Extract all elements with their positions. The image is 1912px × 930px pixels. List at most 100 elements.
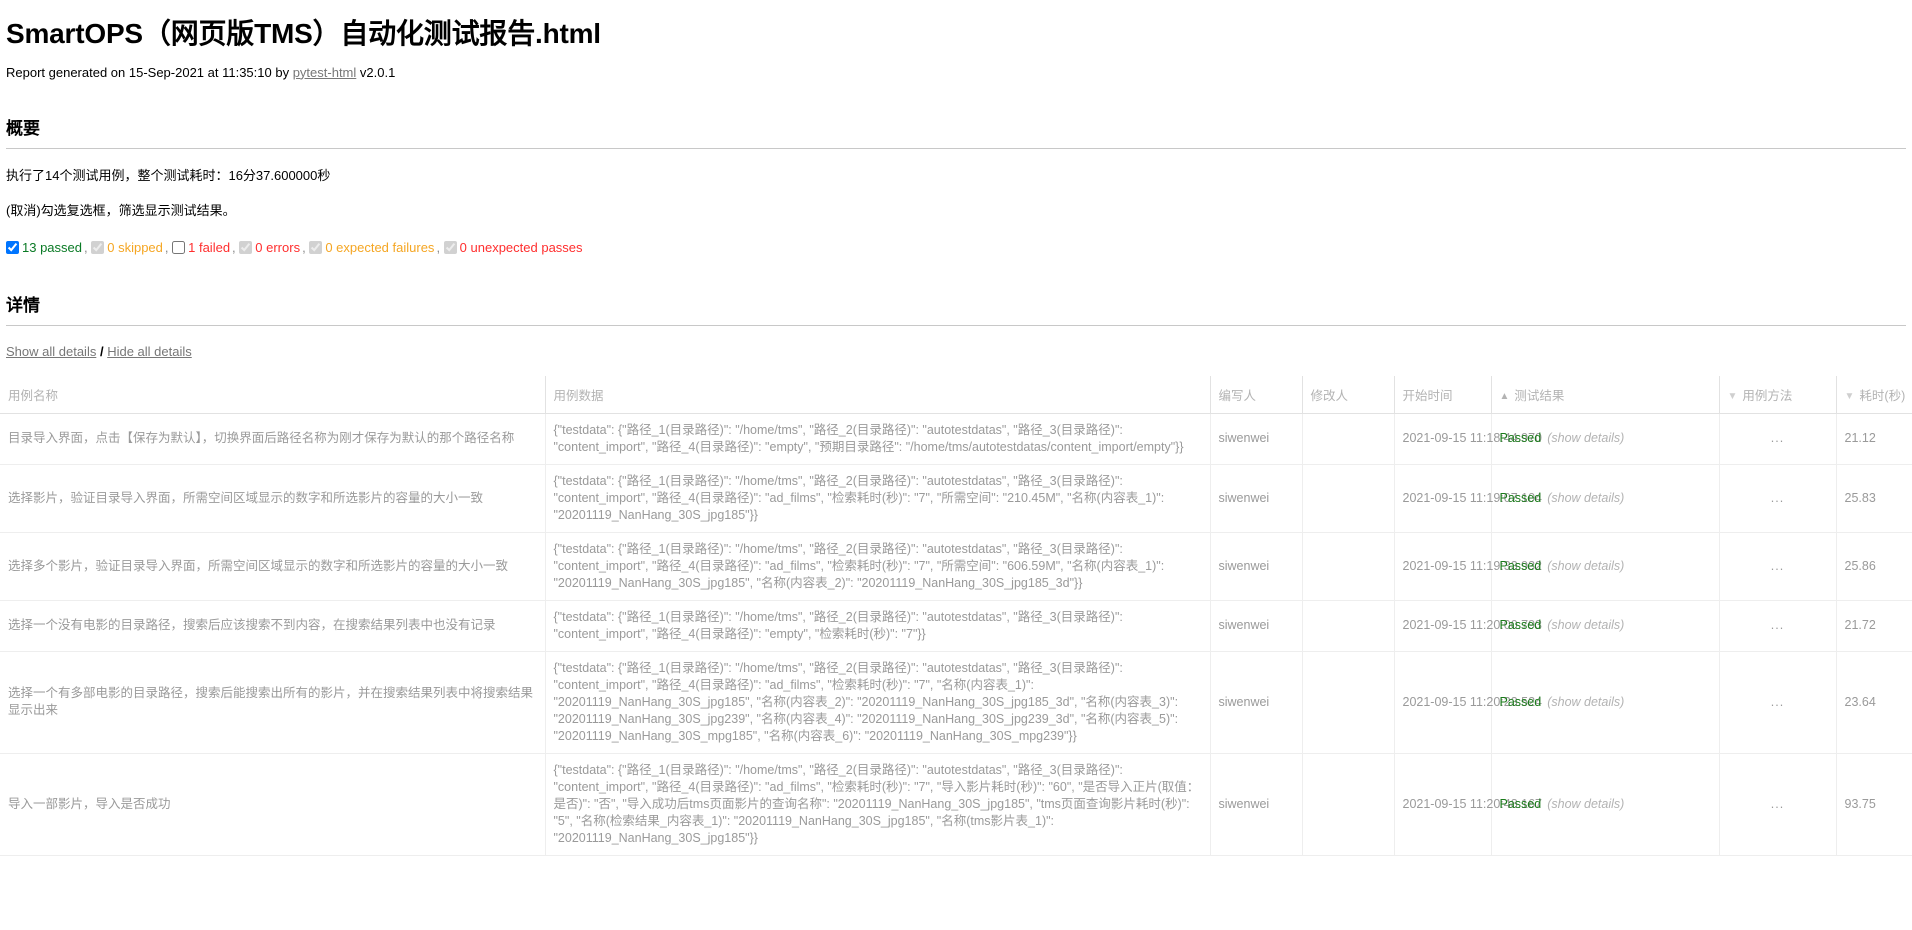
results-table: 用例名称 用例数据 编写人 修改人 开始时间 ▲ 测试结果 ▼ 用例方法 ▼ 耗时(秒) 目录导入界… bbox=[0, 375, 1912, 856]
filter-group-2: 1 failed bbox=[172, 240, 230, 255]
status-badge: Passed bbox=[1499, 431, 1542, 446]
filter-checkbox-2[interactable] bbox=[172, 240, 186, 254]
column-header-label: 用例名称 bbox=[8, 388, 59, 403]
cell-test-result: Passed (show details) bbox=[1491, 464, 1720, 533]
column-header-1[interactable]: 用例数据 bbox=[545, 375, 1211, 414]
pytest-html-link[interactable]: pytest-html bbox=[293, 65, 357, 80]
cell-duration: 21.72 bbox=[1836, 600, 1912, 652]
table-row: 目录导入界面，点击【保存为默认】，切换界面后路径名称为刚才保存为默认的那个路径名… bbox=[0, 413, 1912, 465]
cell-test-name: 目录导入界面，点击【保存为默认】，切换界面后路径名称为刚才保存为默认的那个路径名… bbox=[0, 413, 546, 465]
show-details-link[interactable]: (show details) bbox=[1547, 559, 1624, 573]
table-row: 选择影片，验证目录导入界面，所需空间区域显示的数字和所选影片的容量的大小一致 {"… bbox=[0, 464, 1912, 533]
column-header-4[interactable]: 开始时间 bbox=[1394, 375, 1492, 414]
show-details-link[interactable]: (show details) bbox=[1547, 431, 1624, 445]
cell-modifier bbox=[1302, 600, 1395, 652]
cell-test-name: 选择多个影片，验证目录导入界面，所需空间区域显示的数字和所选影片的容量的大小一致 bbox=[0, 532, 546, 601]
cell-test-result: Passed (show details) bbox=[1491, 600, 1720, 652]
generator-version-text: v2.0.1 bbox=[356, 64, 396, 80]
filter-checkbox-3 bbox=[239, 240, 253, 254]
column-header-7[interactable]: ▼ 耗时(秒) bbox=[1836, 375, 1912, 414]
filter-group-5: 0 unexpected passes bbox=[443, 240, 583, 255]
cell-author: siwenwei bbox=[1210, 464, 1303, 533]
summary-filter-hint-text: (取消)勾选复选框，筛选显示测试结果。 bbox=[6, 202, 236, 218]
report-page: SmartOPS（网页版TMS）自动化测试报告.html Report gene… bbox=[0, 17, 1912, 856]
cell-start-time: 2021-09-15 11:18:44.970 bbox=[1394, 413, 1542, 465]
cell-author: siwenwei bbox=[1210, 413, 1303, 465]
cell-test-method: ... bbox=[1719, 600, 1837, 652]
cell-author: siwenwei bbox=[1210, 600, 1303, 652]
column-header-3[interactable]: 修改人 bbox=[1302, 375, 1395, 414]
filter-label-2: 1 failed bbox=[188, 239, 231, 255]
column-header-label: 用例方法 bbox=[1742, 388, 1793, 403]
cell-test-data: {"testdata": {"路径_1(目录路径)": "/home/tms",… bbox=[545, 464, 1211, 533]
details-heading: 详情 bbox=[6, 291, 1906, 326]
cell-author: siwenwei bbox=[1210, 753, 1303, 856]
show-details-link[interactable]: (show details) bbox=[1547, 797, 1624, 811]
cell-test-data: {"testdata": {"路径_1(目录路径)": "/home/tms",… bbox=[545, 532, 1211, 601]
cell-test-data: {"testdata": {"路径_1(目录路径)": "/home/tms",… bbox=[545, 753, 1211, 856]
cell-test-name: 选择一个有多部电影的目录路径，搜索后能搜索出所有的影片，并在搜索结果列表中将搜索… bbox=[0, 651, 546, 754]
cell-test-name: 导入一部影片，导入是否成功 bbox=[0, 753, 546, 856]
filter-group-0: 13 passed bbox=[6, 240, 82, 255]
filter-checkbox-1 bbox=[91, 240, 105, 254]
results-filter-checkbox-group[interactable]: 13 passed, 0 skipped, 1 failed, 0 errors… bbox=[6, 239, 1906, 257]
cell-modifier bbox=[1302, 464, 1395, 533]
column-header-label: 编写人 bbox=[1218, 388, 1257, 403]
cell-test-method: ... bbox=[1719, 413, 1837, 465]
sort-desc-arrow-icon: ▼ bbox=[1844, 390, 1855, 402]
column-header-5[interactable]: ▲ 测试结果 bbox=[1491, 375, 1720, 414]
filter-label-0: 13 passed bbox=[22, 239, 82, 255]
cell-test-name: 选择一个没有电影的目录路径，搜索后应该搜索不到内容，在搜索结果列表中也没有记录 bbox=[0, 600, 546, 652]
cell-duration: 23.64 bbox=[1836, 651, 1912, 754]
cell-modifier bbox=[1302, 753, 1395, 856]
column-header-0[interactable]: 用例名称 bbox=[0, 375, 546, 414]
show-all-details-link[interactable]: Show all details bbox=[6, 344, 96, 359]
column-header-2[interactable]: 编写人 bbox=[1210, 375, 1303, 414]
filter-checkbox-4 bbox=[309, 240, 323, 254]
table-row: 导入一部影片，导入是否成功 {"testdata": {"路径_1(目录路径)":… bbox=[0, 753, 1912, 856]
status-badge: Passed bbox=[1499, 558, 1542, 573]
cell-duration: 21.12 bbox=[1836, 413, 1912, 465]
results-table-body: 目录导入界面，点击【保存为默认】，切换界面后路径名称为刚才保存为默认的那个路径名… bbox=[0, 413, 1912, 856]
status-badge: Passed bbox=[1499, 694, 1542, 709]
cell-start-time: 2021-09-15 11:20:23.524 bbox=[1394, 651, 1542, 754]
column-header-label: 耗时(秒) bbox=[1859, 388, 1906, 403]
sort-asc-arrow-icon: ▲ bbox=[1499, 390, 1510, 402]
cell-test-method: ... bbox=[1719, 651, 1837, 754]
cell-start-time: 2021-09-15 11:19:07.104 bbox=[1394, 464, 1542, 533]
report-generated-line: Report generated on 15-Sep-2021 at 11:35… bbox=[6, 65, 1906, 80]
hide-all-details-link[interactable]: Hide all details bbox=[107, 344, 192, 359]
cell-test-result: Passed (show details) bbox=[1491, 651, 1720, 754]
column-header-label: 开始时间 bbox=[1402, 388, 1453, 403]
cell-author: siwenwei bbox=[1210, 532, 1303, 601]
details-toggle-links: Show all details / Hide all details bbox=[6, 344, 1906, 359]
filter-group-3: 0 errors bbox=[239, 240, 300, 255]
cell-test-result: Passed (show details) bbox=[1491, 532, 1720, 601]
cell-author: siwenwei bbox=[1210, 651, 1303, 754]
show-details-link[interactable]: (show details) bbox=[1547, 695, 1624, 709]
cell-duration: 25.86 bbox=[1836, 532, 1912, 601]
filter-checkbox-0[interactable] bbox=[6, 240, 19, 254]
column-header-label: 测试结果 bbox=[1514, 388, 1565, 403]
status-badge: Passed bbox=[1499, 618, 1542, 633]
show-details-link[interactable]: (show details) bbox=[1547, 618, 1624, 632]
filter-label-1: 0 skipped bbox=[107, 239, 163, 255]
cell-test-data: {"testdata": {"路径_1(目录路径)": "/home/tms",… bbox=[545, 600, 1211, 652]
column-header-label: 用例数据 bbox=[553, 388, 604, 403]
results-table-header-row: 用例名称 用例数据 编写人 修改人 开始时间 ▲ 测试结果 ▼ 用例方法 ▼ 耗时(秒) bbox=[0, 375, 1912, 414]
column-header-6[interactable]: ▼ 用例方法 bbox=[1719, 375, 1837, 414]
cell-modifier bbox=[1302, 651, 1395, 754]
cell-duration: 25.83 bbox=[1836, 464, 1912, 533]
filter-label-3: 0 errors bbox=[255, 239, 301, 255]
cell-modifier bbox=[1302, 532, 1395, 601]
filter-separator: , bbox=[436, 239, 444, 255]
status-badge: Passed bbox=[1499, 490, 1542, 505]
show-details-link[interactable]: (show details) bbox=[1547, 491, 1624, 505]
cell-start-time: 2021-09-15 11:19:33.932 bbox=[1394, 532, 1542, 601]
cell-test-data: {"testdata": {"路径_1(目录路径)": "/home/tms",… bbox=[545, 413, 1211, 465]
summary-heading: 概要 bbox=[6, 114, 1906, 149]
cell-test-data: {"testdata": {"路径_1(目录路径)": "/home/tms",… bbox=[545, 651, 1211, 754]
report-header-block: SmartOPS（网页版TMS）自动化测试报告.html Report gene… bbox=[0, 17, 1912, 359]
filter-label-4: 0 expected failures bbox=[325, 239, 435, 255]
filter-group-4: 0 expected failures bbox=[309, 240, 434, 255]
